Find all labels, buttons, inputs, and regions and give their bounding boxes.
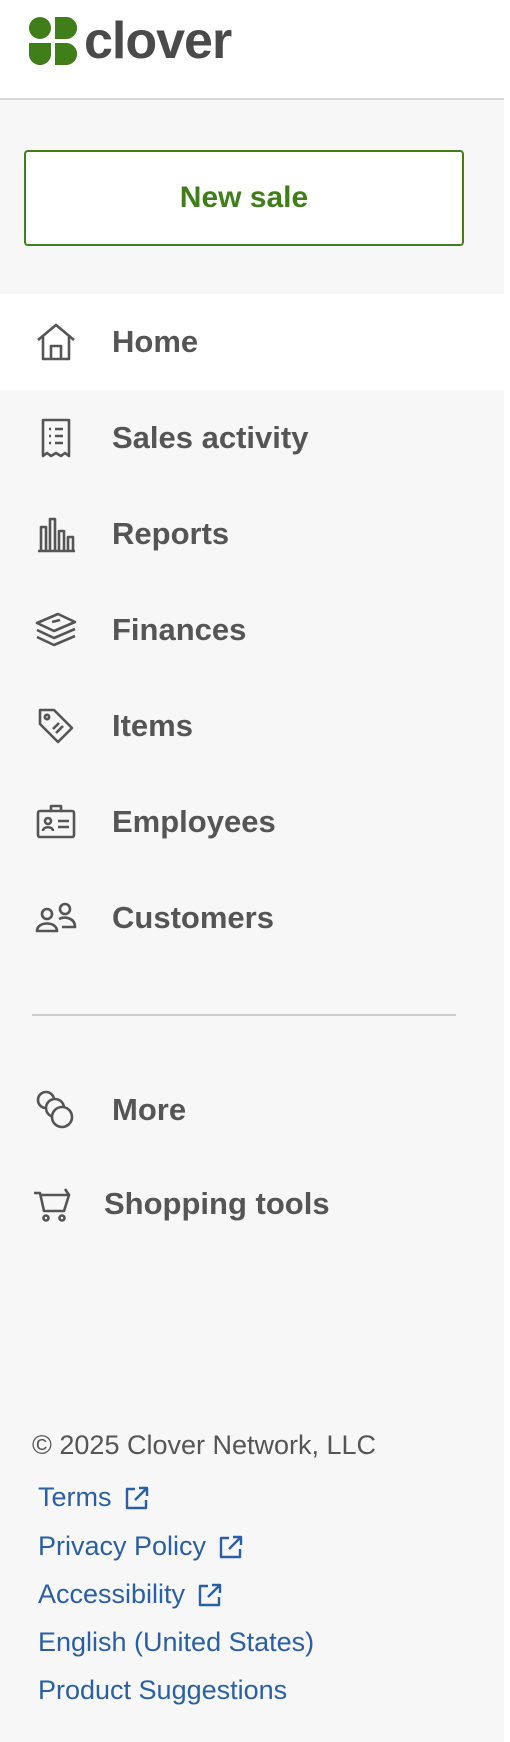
accessibility-link[interactable]: Accessibility — [38, 1579, 223, 1610]
nav-label-sales-activity: Sales activity — [112, 420, 309, 455]
nav-label-finances: Finances — [112, 612, 247, 647]
main-nav: Home Sales activity Reports Finances Ite… — [0, 294, 504, 966]
nav-divider — [32, 1014, 456, 1016]
price-tag-icon — [34, 704, 78, 748]
privacy-policy-link-label: Privacy Policy — [38, 1531, 207, 1561]
nav-label-employees: Employees — [112, 804, 276, 839]
external-link-icon — [218, 1534, 244, 1560]
id-badge-icon — [34, 800, 78, 844]
language-link[interactable]: English (United States) — [38, 1627, 314, 1658]
receipt-icon — [34, 416, 78, 460]
nav-item-employees[interactable]: Employees — [0, 774, 504, 870]
shopping-cart-icon — [30, 1182, 74, 1226]
nav-item-reports[interactable]: Reports — [0, 486, 504, 582]
nav-item-finances[interactable]: Finances — [0, 582, 504, 678]
bar-chart-icon — [34, 512, 78, 556]
nav-item-sales-activity[interactable]: Sales activity — [0, 390, 504, 486]
accessibility-link-label: Accessibility — [38, 1579, 186, 1609]
nav-label-customers: Customers — [112, 900, 274, 935]
privacy-policy-link[interactable]: Privacy Policy — [38, 1531, 244, 1562]
brand-name: clover — [84, 11, 232, 70]
money-stack-icon — [34, 608, 78, 652]
nav-label-home: Home — [112, 324, 199, 359]
language-link-label: English (United States) — [38, 1627, 315, 1657]
clover-leaf-icon — [28, 16, 78, 71]
product-suggestions-link[interactable]: Product Suggestions — [38, 1675, 287, 1706]
copyright-text: © 2025 Clover Network, LLC — [32, 1430, 377, 1460]
secondary-nav: More Shopping tools — [0, 1063, 504, 1251]
external-link-icon — [124, 1485, 150, 1511]
nav-label-items: Items — [112, 708, 193, 743]
external-link-icon — [197, 1582, 223, 1608]
nav-item-customers[interactable]: Customers — [0, 870, 504, 966]
header: clover — [0, 0, 504, 100]
clover-logo[interactable]: clover — [28, 11, 232, 71]
home-icon — [34, 320, 78, 364]
terms-link[interactable]: Terms — [38, 1482, 150, 1513]
product-suggestions-link-label: Product Suggestions — [38, 1675, 288, 1705]
nav-item-shopping-tools[interactable]: Shopping tools — [0, 1157, 504, 1251]
nav-item-items[interactable]: Items — [0, 678, 504, 774]
nav-item-more[interactable]: More — [0, 1063, 504, 1157]
nav-label-more: More — [112, 1092, 187, 1127]
nav-label-shopping-tools: Shopping tools — [104, 1186, 330, 1221]
terms-link-label: Terms — [38, 1482, 112, 1512]
new-sale-button[interactable]: New sale — [24, 150, 464, 246]
people-icon — [34, 896, 78, 940]
sidebar: clover New sale Home Sales activity Repo… — [0, 0, 504, 1742]
circles-icon — [34, 1088, 78, 1132]
nav-item-home[interactable]: Home — [0, 294, 504, 390]
nav-label-reports: Reports — [112, 516, 230, 551]
